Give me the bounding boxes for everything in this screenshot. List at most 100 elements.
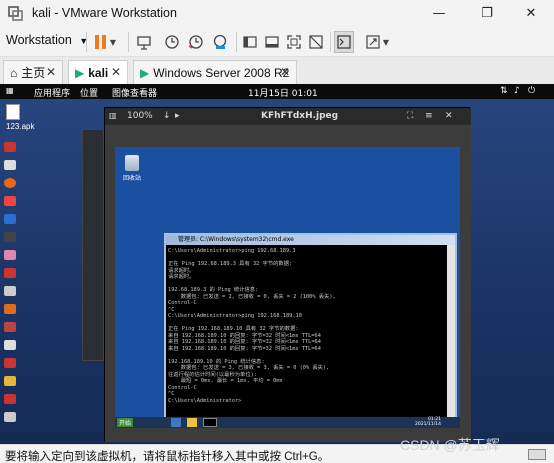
volume-icon[interactable]: ♪ (514, 86, 520, 96)
fullscreen-icon[interactable]: ⛶ (407, 111, 413, 121)
window-title: kali - VMware Workstation (32, 6, 177, 20)
dock-app-icon[interactable] (4, 394, 16, 404)
dock-app-icon[interactable] (4, 214, 16, 224)
toolbar-divider (330, 32, 331, 52)
cmd-scrollbar (447, 245, 455, 424)
image-canvas: 回收站 管理员: C:\Windows\system32\cmd.exe C:\… (105, 125, 471, 442)
dock-app-icon[interactable] (4, 250, 16, 260)
toolbar-divider (128, 32, 129, 52)
image-viewer-app-menu[interactable]: 图像查看器 (112, 86, 157, 99)
snapshot-clock-icon (165, 35, 179, 49)
dock-app-icon[interactable] (4, 196, 16, 206)
dock-app-icon[interactable] (4, 142, 16, 152)
firefox-icon[interactable] (4, 178, 16, 188)
zoom-in-icon[interactable]: ▸ (175, 111, 180, 121)
snapshot-button[interactable] (162, 31, 182, 53)
unity-icon (309, 35, 323, 49)
dock-app-icon[interactable] (4, 160, 16, 170)
dock (4, 142, 16, 422)
power-icon[interactable]: ⏻ (528, 86, 535, 96)
toolbar-divider (236, 32, 237, 52)
apk-file-icon[interactable] (6, 104, 20, 120)
cmd-taskbar-icon (203, 418, 217, 427)
tab-home-label: 主页 (21, 66, 46, 80)
dock-app-icon[interactable] (4, 358, 16, 368)
background-window-panel (82, 129, 104, 361)
viewer-filename: KFhFTdxH.jpeg (261, 111, 339, 121)
pause-button[interactable]: ▼ (93, 31, 117, 53)
keyboard-icon (137, 36, 151, 50)
tab-kali[interactable]: ▶ kali ✕ (68, 60, 128, 84)
tab-windows-server[interactable]: ▶ Windows Server 2008 R2 ✕ (133, 60, 297, 84)
close-tab-icon[interactable]: ✕ (280, 65, 290, 79)
toolbar-divider (86, 32, 87, 52)
title-bar: kali - VMware Workstation — ❐ ✕ (0, 0, 554, 27)
tab-strip: ⌂ 主页 ✕ ▶ kali ✕ ▶ Windows Server 2008 R2… (0, 57, 554, 84)
places-menu[interactable]: 位置 (80, 86, 98, 99)
close-button[interactable]: ✕ (508, 0, 554, 27)
tray-date: 2021/11/14 (415, 422, 441, 427)
viewer-menu-icon[interactable]: ▥ (109, 111, 117, 120)
dock-app-icon[interactable] (4, 322, 16, 332)
panel-clock[interactable]: 11月15日 01:01 (248, 86, 318, 99)
applications-menu[interactable]: 应用程序 (34, 86, 70, 99)
tab-windows-server-label: Windows Server 2008 R2 (153, 65, 290, 80)
dock-app-icon[interactable] (4, 268, 16, 278)
windows-tray-clock: 01:21 2021/11/14 (415, 417, 441, 427)
minimize-button[interactable]: — (416, 0, 462, 27)
activities-icon[interactable]: ▦ (6, 86, 14, 95)
maximize-button[interactable]: ❐ (464, 0, 510, 27)
stretch-guest-button[interactable]: ▼ (362, 31, 392, 53)
snapshot-manager-button[interactable] (210, 31, 230, 53)
zoom-level[interactable]: 100% (127, 111, 153, 121)
full-screen-button[interactable] (284, 31, 304, 53)
tab-home[interactable]: ⌂ 主页 ✕ (3, 60, 63, 84)
thumbnail-bar-button[interactable] (262, 31, 282, 53)
windows-screenshot-image: 回收站 管理员: C:\Windows\system32\cmd.exe C:\… (115, 147, 460, 428)
close-tab-icon[interactable]: ✕ (46, 65, 56, 79)
dock-app-icon[interactable] (4, 304, 16, 314)
close-tab-icon[interactable]: ✕ (111, 65, 121, 79)
thumbnail-bar-icon (265, 36, 279, 48)
show-apps-icon[interactable] (4, 412, 16, 422)
status-hint: 要将输入定向到该虚拟机，请将鼠标指针移入其中或按 Ctrl+G。 (5, 451, 330, 463)
dock-app-icon[interactable] (4, 340, 16, 350)
desktop-file-label[interactable]: 123.apk (6, 122, 34, 131)
vm-running-icon: ▶ (75, 65, 85, 80)
zoom-out-icon[interactable]: ↓ (163, 111, 171, 121)
cmd-output: C:\Users\Administrator>ping 192.68.189.3… (166, 245, 447, 424)
snapshot-manager-icon (213, 34, 227, 49)
dock-app-icon[interactable] (4, 232, 16, 242)
revert-snapshot-button[interactable] (186, 31, 206, 53)
send-ctrl-alt-del-button[interactable] (134, 31, 154, 53)
sidebar-toggle-button[interactable] (240, 31, 260, 53)
toolbar: Workstation ▼ ▼ ▼ (0, 27, 554, 57)
revert-snapshot-icon (188, 35, 203, 49)
pause-icon (94, 35, 106, 49)
close-icon[interactable]: ✕ (445, 111, 453, 121)
sidebar-icon (243, 36, 257, 48)
recycle-bin-label: 回收站 (123, 175, 142, 182)
image-viewer-window: ▥ 100% ↓ ▸ KFhFTdxH.jpeg ⛶ ≡ ✕ 回收站 管理员: … (104, 107, 471, 442)
console-view-button[interactable] (334, 31, 354, 53)
hamburger-menu-icon[interactable]: ≡ (425, 111, 433, 121)
vm-running-icon: ▶ (140, 65, 150, 80)
cmd-window: 管理员: C:\Windows\system32\cmd.exe C:\User… (164, 233, 457, 426)
cmd-title: 管理员: C:\Windows\system32\cmd.exe (166, 235, 455, 245)
recycle-bin-icon (125, 155, 139, 171)
taskbar-app-icon (171, 418, 181, 427)
dock-app-icon[interactable] (4, 376, 16, 386)
tab-kali-label: kali (88, 65, 109, 80)
dock-app-icon[interactable] (4, 286, 16, 296)
vm-console[interactable]: ▦ 应用程序 位置 图像查看器 11月15日 01:01 ⇅ ♪ ⏻ 123.a… (0, 84, 554, 444)
workstation-menu[interactable]: Workstation ▼ (6, 33, 88, 47)
cmd-line: C:\Users\Administrator> (168, 397, 242, 404)
device-status-icon[interactable] (528, 449, 546, 460)
network-icon[interactable]: ⇅ (500, 86, 508, 96)
unity-mode-button[interactable] (306, 31, 326, 53)
stretch-icon (366, 35, 380, 49)
watermark: CSDN @苏玉辉 (400, 437, 500, 453)
workstation-menu-label: Workstation (6, 33, 72, 47)
start-button: 开始 (117, 418, 134, 427)
pause-dropdown-icon: ▼ (109, 37, 117, 47)
